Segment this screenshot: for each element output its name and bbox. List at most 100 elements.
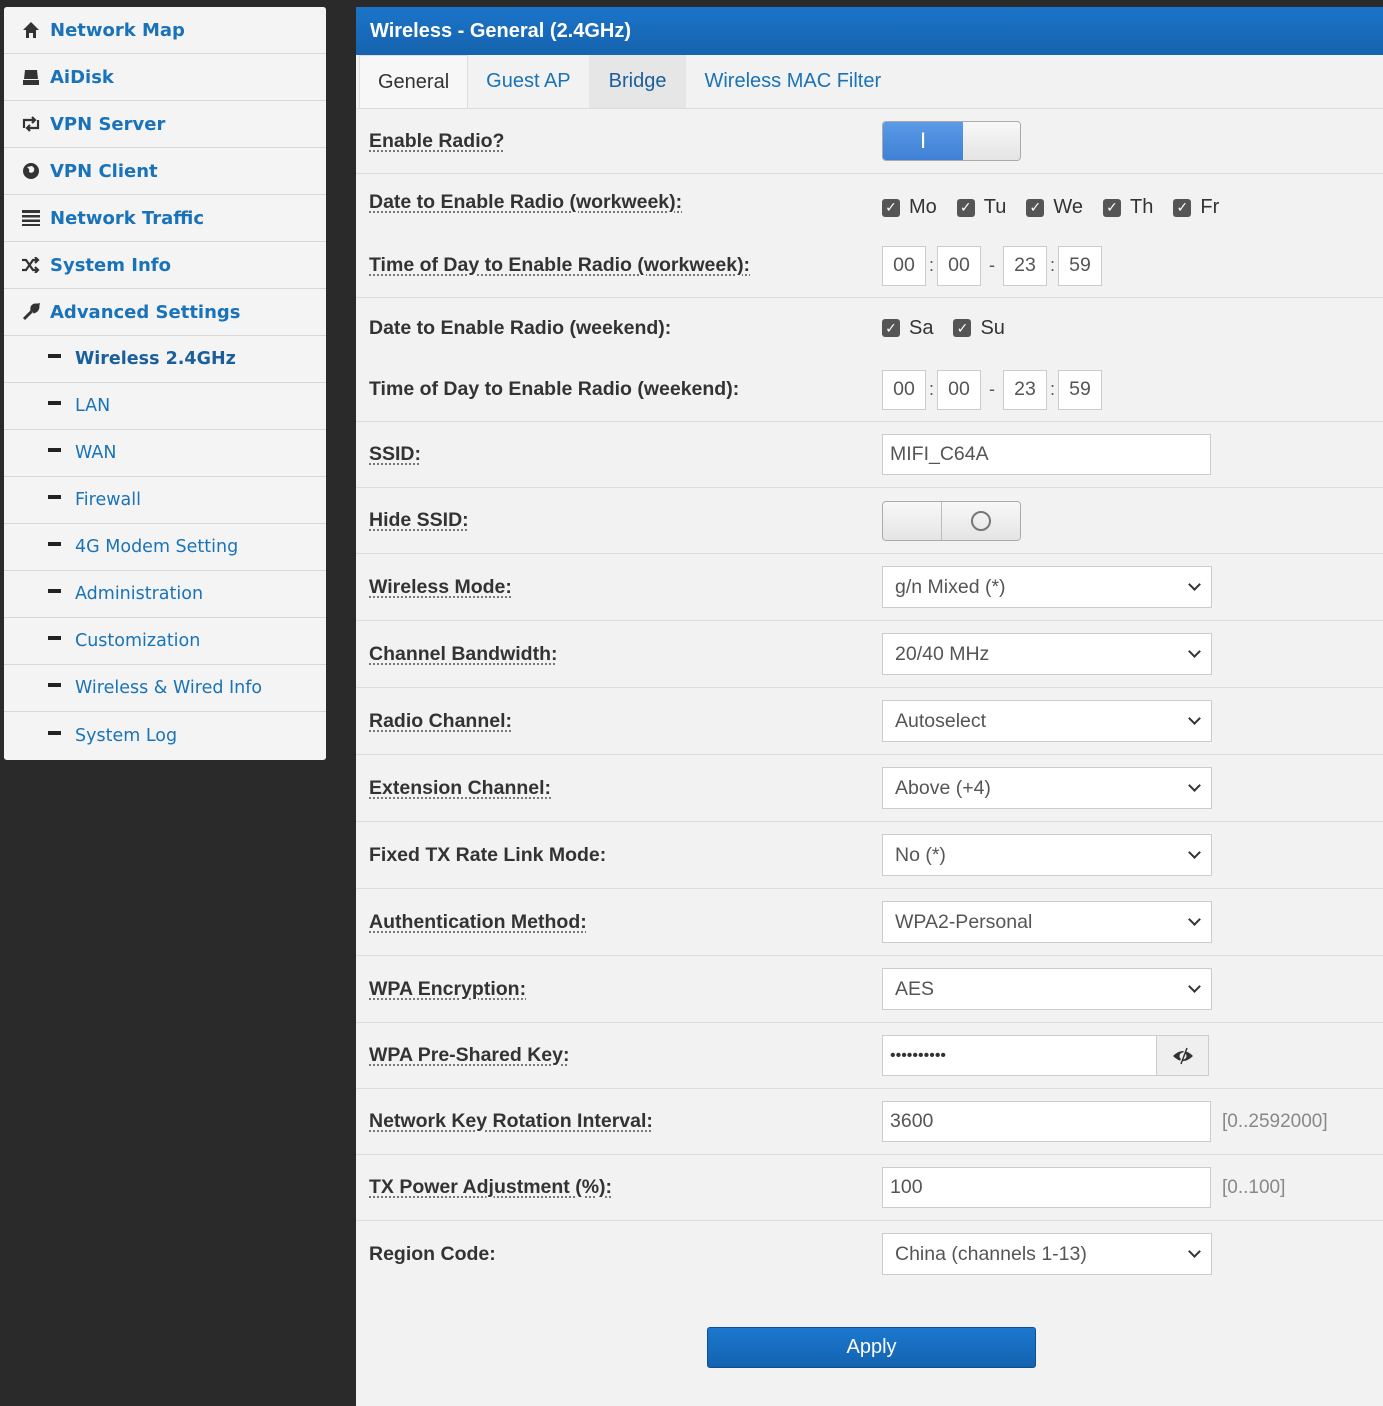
dash-icon xyxy=(48,636,61,640)
day-label: Th xyxy=(1130,196,1154,218)
weekend-start-hour[interactable]: 00 xyxy=(882,369,926,410)
sidebar-subitem-lan[interactable]: LAN xyxy=(4,383,326,430)
select-value: g/n Mixed (*) xyxy=(895,575,1006,598)
home-icon xyxy=(20,19,42,41)
time-colon: : xyxy=(1049,379,1055,399)
sidebar-subitem-label: Customization xyxy=(75,631,201,651)
wpa-encryption-select[interactable]: AES xyxy=(882,968,1212,1010)
row-wireless-mode: Wireless Mode: g/n Mixed (*) xyxy=(356,554,1383,621)
weekend-end-hour[interactable]: 23 xyxy=(1003,369,1047,410)
checkbox-sa[interactable]: ✓ Sa xyxy=(882,317,933,340)
sidebar-subitem-label: 4G Modem Setting xyxy=(75,537,239,557)
sidebar-subitem-customization[interactable]: Customization xyxy=(4,618,326,665)
workweek-days-label: Date to Enable Radio (workweek): xyxy=(369,191,683,213)
dash-icon xyxy=(48,401,61,405)
time-colon: : xyxy=(928,379,934,399)
day-label: Mo xyxy=(909,196,937,218)
sidebar-item-vpn-client[interactable]: VPN Client xyxy=(4,148,326,195)
dash-icon xyxy=(48,683,61,687)
enable-radio-toggle[interactable]: I xyxy=(882,121,1021,161)
day-label: We xyxy=(1053,196,1084,218)
sidebar-item-label: VPN Server xyxy=(50,113,166,135)
sidebar-subitem-wireless[interactable]: Wireless 2.4GHz xyxy=(4,336,326,383)
ssid-label: SSID: xyxy=(369,443,422,465)
sidebar-item-label: AiDisk xyxy=(50,66,114,88)
checkbox-fr[interactable]: ✓ Fr xyxy=(1173,196,1219,219)
select-value: Above (+4) xyxy=(895,776,991,799)
auth-method-select[interactable]: WPA2-Personal xyxy=(882,901,1212,943)
tx-power-input[interactable]: 100 xyxy=(882,1167,1211,1208)
radio-channel-select[interactable]: Autoselect xyxy=(882,700,1212,742)
sidebar-item-network-traffic[interactable]: Network Traffic xyxy=(4,195,326,242)
row-ssid: SSID: MIFI_C64A xyxy=(356,422,1383,488)
fixed-tx-select[interactable]: No (*) xyxy=(882,834,1212,876)
dash-icon xyxy=(48,542,61,546)
ssid-input[interactable]: MIFI_C64A xyxy=(882,434,1211,475)
check-icon: ✓ xyxy=(956,198,975,217)
row-region-code: Region Code: China (channels 1-13) xyxy=(356,1221,1383,1287)
wrench-icon xyxy=(20,301,42,323)
sidebar-subitem-label: System Log xyxy=(75,725,178,746)
workweek-end-minute[interactable]: 59 xyxy=(1058,245,1102,286)
key-rotation-input[interactable]: 3600 xyxy=(882,1101,1211,1142)
checkbox-we[interactable]: ✓ We xyxy=(1026,196,1083,219)
hide-ssid-toggle[interactable] xyxy=(882,500,1021,541)
dash-icon xyxy=(48,354,61,358)
check-icon: ✓ xyxy=(1103,198,1122,217)
sidebar-subitem-wan[interactable]: WAN xyxy=(4,430,326,477)
sidebar-item-vpn-server[interactable]: VPN Server xyxy=(4,101,326,148)
tab-bridge[interactable]: Bridge xyxy=(588,55,687,108)
weekend-end-minute[interactable]: 59 xyxy=(1058,369,1102,410)
time-colon: : xyxy=(928,255,934,275)
day-label: Su xyxy=(980,316,1005,339)
sidebar-subitem-label: Wireless 2.4GHz xyxy=(75,349,236,369)
sidebar-subitem-4g-modem[interactable]: 4G Modem Setting xyxy=(4,524,326,571)
chevron-down-icon xyxy=(1188,779,1201,792)
workweek-end-hour[interactable]: 23 xyxy=(1003,245,1047,286)
sidebar-subitem-administration[interactable]: Administration xyxy=(4,571,326,618)
day-label: Fr xyxy=(1200,196,1220,218)
region-code-select[interactable]: China (channels 1-13) xyxy=(882,1233,1212,1275)
sidebar-subitem-wireless-wired-info[interactable]: Wireless & Wired Info xyxy=(4,665,326,712)
row-key-rotation: Network Key Rotation Interval: 3600 [0..2… xyxy=(356,1089,1383,1155)
eye-slash-icon[interactable] xyxy=(1156,1036,1208,1075)
workweek-start-hour[interactable]: 00 xyxy=(882,245,926,286)
key-rotation-label: Network Key Rotation Interval: xyxy=(369,1110,653,1132)
tab-general[interactable]: General xyxy=(359,55,469,108)
apply-button[interactable]: Apply xyxy=(707,1327,1036,1368)
weekend-days-label: Date to Enable Radio (weekend): xyxy=(369,316,672,339)
sidebar-item-aidisk[interactable]: AiDisk xyxy=(4,54,326,101)
sidebar-subitem-firewall[interactable]: Firewall xyxy=(4,477,326,524)
key-rotation-hint: [0..2592000] xyxy=(1222,1110,1328,1132)
sidebar-item-system-info[interactable]: System Info xyxy=(4,242,326,289)
sidebar-subitem-system-log[interactable]: System Log xyxy=(4,712,326,759)
tab-guest-ap[interactable]: Guest AP xyxy=(468,55,589,108)
workweek-start-minute[interactable]: 00 xyxy=(937,245,981,286)
tab-wireless-mac-filter[interactable]: Wireless MAC Filter xyxy=(686,55,899,108)
checkbox-su[interactable]: ✓ Su xyxy=(953,316,1005,340)
wpa-psk-field: •••••••••• xyxy=(882,1035,1209,1076)
checkbox-th[interactable]: ✓ Th xyxy=(1103,196,1153,219)
check-icon: ✓ xyxy=(953,319,972,337)
time-dash: - xyxy=(989,255,995,275)
sidebar-item-network-map[interactable]: Network Map xyxy=(4,7,326,54)
extension-channel-select[interactable]: Above (+4) xyxy=(882,767,1212,809)
check-icon: ✓ xyxy=(1173,198,1192,217)
row-weekend-days: Date to Enable Radio (weekend): ✓ Sa ✓ Su xyxy=(356,298,1383,358)
check-icon: ✓ xyxy=(882,198,900,217)
chevron-down-icon xyxy=(1188,846,1201,859)
enable-radio-label: Enable Radio? xyxy=(369,129,505,152)
weekend-start-minute[interactable]: 00 xyxy=(937,369,981,410)
wpa-psk-input[interactable]: •••••••••• xyxy=(883,1036,1156,1075)
globe-icon xyxy=(20,160,42,182)
channel-bandwidth-select[interactable]: 20/40 MHz xyxy=(882,633,1212,675)
wireless-mode-select[interactable]: g/n Mixed (*) xyxy=(882,566,1212,608)
auth-method-label: Authentication Method: xyxy=(369,910,587,933)
checkbox-tu[interactable]: ✓ Tu xyxy=(956,196,1006,219)
check-icon: ✓ xyxy=(882,319,900,337)
sync-icon xyxy=(20,113,42,135)
chevron-down-icon xyxy=(1188,1245,1201,1258)
checkbox-mo[interactable]: ✓ Mo xyxy=(882,196,937,219)
sidebar-item-advanced-settings[interactable]: Advanced Settings xyxy=(4,289,326,336)
extension-channel-label: Extension Channel: xyxy=(369,776,552,799)
